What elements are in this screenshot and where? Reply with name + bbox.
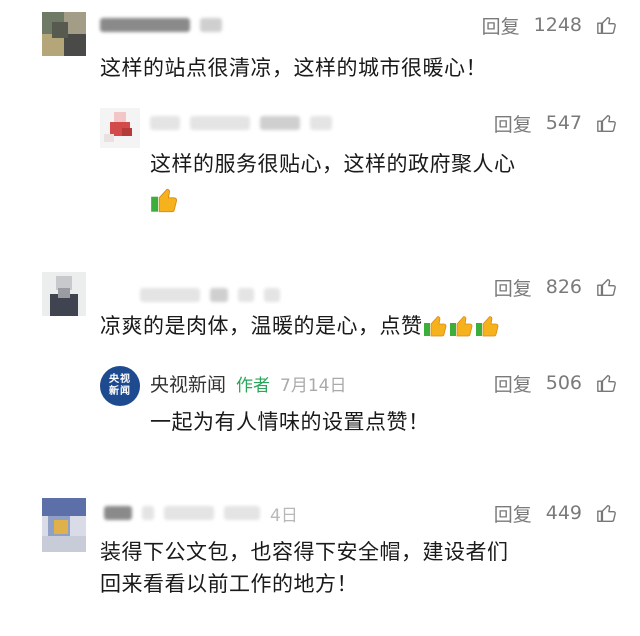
comment-text: 这样的服务很贴心，这样的政府聚人心 (150, 152, 516, 176)
reply-button[interactable]: 回复 (482, 12, 520, 39)
comment-date: 4日 (270, 505, 298, 526)
avatar-image-icon (42, 272, 86, 316)
cctv-news-logo[interactable]: 央视新闻 (100, 366, 140, 406)
comment-date: 7月14日 (280, 375, 347, 396)
like-count: 506 (545, 372, 582, 394)
comment-text: 一起为有人情味的设置点赞！ (150, 410, 430, 434)
author-name[interactable]: 央视新闻 (150, 370, 226, 397)
avatar[interactable] (100, 108, 140, 148)
comment-meta: 回复 826 (494, 272, 618, 302)
reply-button[interactable]: 回复 (494, 110, 532, 137)
thumbs-up-emoji-icon (151, 188, 178, 213)
thumbs-up-emoji-icon (475, 316, 498, 337)
like-count: 826 (545, 276, 582, 298)
avatar-image-icon (42, 12, 86, 56)
author-tag: 作者 (236, 375, 271, 396)
thumbs-up-icon[interactable] (596, 276, 618, 298)
thumbs-up-icon[interactable] (596, 112, 618, 134)
blurred-username (140, 280, 280, 310)
thumbs-up-icon[interactable] (596, 372, 618, 394)
avatar-image-icon (42, 498, 86, 552)
comment-meta: 回复 449 (494, 498, 618, 528)
avatar-image-icon (100, 108, 140, 148)
blurred-username (150, 108, 332, 138)
avatar[interactable] (42, 498, 86, 552)
comment-meta: 回复 547 (494, 108, 618, 138)
blurred-username (100, 10, 222, 40)
comment-text: 凉爽的是肉体，温暖的是心，点赞 (100, 314, 423, 338)
logo-text: 央视新闻 (109, 374, 131, 397)
comment-text-line-1: 装得下公文包，也容得下安全帽，建设者们 (100, 540, 509, 564)
avatar[interactable] (42, 272, 86, 316)
comment-text: 这样的站点很清凉，这样的城市很暖心！ (100, 56, 487, 80)
thumbs-up-icon[interactable] (596, 502, 618, 524)
thumbs-up-emoji-icon (423, 316, 446, 337)
reply-button[interactable]: 回复 (494, 370, 532, 397)
like-count: 1248 (533, 14, 582, 36)
comment-meta: 回复 506 (494, 368, 618, 398)
comment-text-row: 凉爽的是肉体，温暖的是心，点赞 (100, 310, 501, 342)
comment-meta: 回复 1248 (482, 10, 618, 40)
reply-button[interactable]: 回复 (494, 500, 532, 527)
like-count: 547 (545, 112, 582, 134)
author-row: 央视新闻 作者 7月14日 (150, 368, 346, 398)
avatar[interactable] (42, 12, 86, 56)
reply-button[interactable]: 回复 (494, 274, 532, 301)
thumbs-up-emoji-icon (449, 316, 472, 337)
like-count: 449 (545, 502, 582, 524)
blurred-username-and-date: 4日 (104, 498, 298, 528)
thumbs-up-icon[interactable] (596, 14, 618, 36)
comment-text-line-2: 回来看看以前工作的地方！ (100, 572, 358, 596)
